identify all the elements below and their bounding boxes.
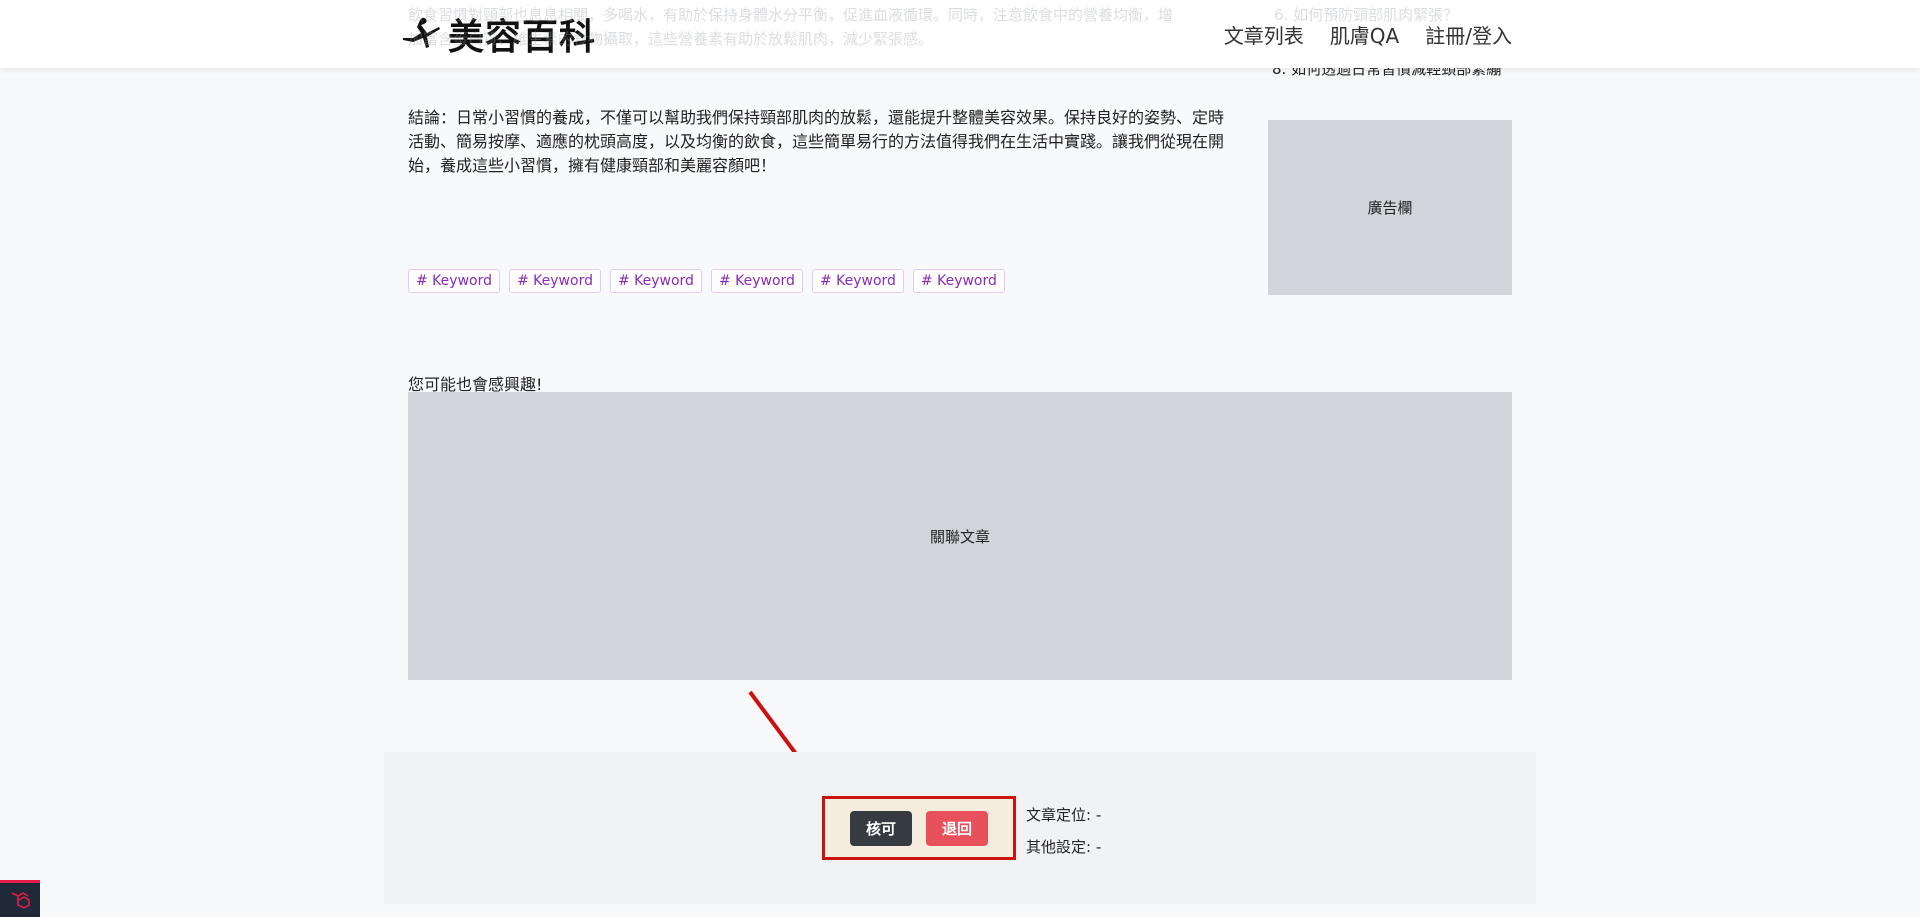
faded-article-text-line: 飲食習慣對頸部也息息相關，多喝水，有助於保持身體水分平衡，促進血液循環。同時，注… (408, 6, 1174, 24)
keyword-tag[interactable]: # Keyword (508, 269, 601, 293)
approve-button[interactable]: 核可 (849, 810, 912, 846)
keyword-tag[interactable]: # Keyword (408, 269, 500, 293)
ad-banner: 廣告欄 (1268, 120, 1512, 295)
faded-article-text-line: 加富含蛋白質、維生素的食物攝取，這些營養素有助於放鬆肌肉，減少緊張感。 (408, 30, 934, 48)
faded-toc-item: 6. 如何預防頸部肌肉緊張？ (1274, 6, 1459, 24)
article-conclusion: 結論：日常小習慣的養成，不僅可以幫助我們保持頸部肌肉的放鬆，還能提升整體美容效果… (408, 108, 1225, 175)
review-action-group: 核可 退回 (822, 796, 1016, 860)
related-articles-box: 關聯文章 (408, 392, 1512, 680)
keyword-tag[interactable]: # Keyword (710, 269, 803, 293)
other-settings-info: 其他設定: - (1026, 838, 1102, 856)
keyword-tag[interactable]: # Keyword (811, 269, 904, 293)
keyword-tag[interactable]: # Keyword (609, 269, 702, 293)
ad-label: 廣告欄 (1367, 199, 1413, 217)
keyword-tag-list: # Keyword # Keyword # Keyword # Keyword … (408, 269, 1005, 293)
related-articles-placeholder: 關聯文章 (929, 527, 990, 546)
laravel-logo-icon (11, 892, 30, 909)
keyword-tag[interactable]: # Keyword (912, 269, 1005, 293)
debug-toolbar-toggle[interactable] (0, 880, 40, 917)
reject-button[interactable]: 退回 (926, 810, 989, 846)
article-position-info: 文章定位: - (1026, 806, 1102, 824)
